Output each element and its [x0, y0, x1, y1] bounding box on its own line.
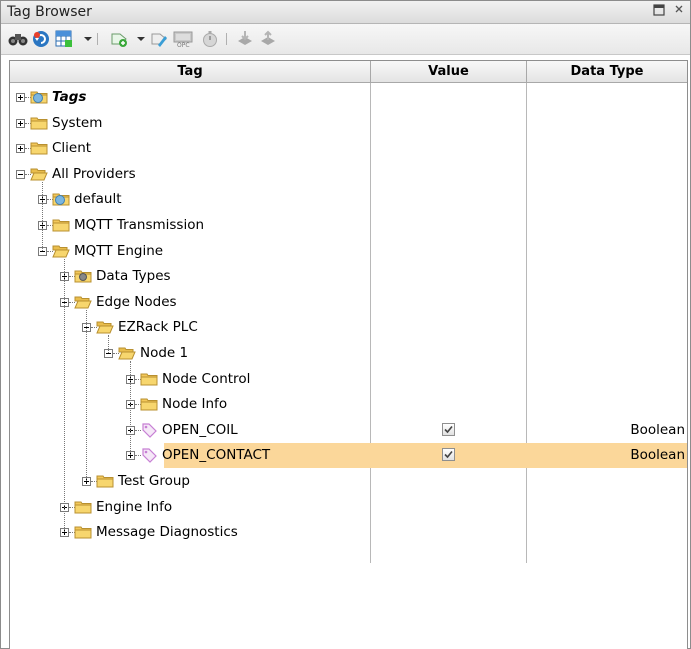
tree-row[interactable]: All Providers	[10, 162, 687, 187]
edit-tag-icon[interactable]	[150, 30, 168, 48]
folder-open-icon	[118, 345, 136, 361]
tag-provider-icon	[30, 89, 48, 105]
folder-icon	[74, 524, 92, 540]
tag-label[interactable]: default	[74, 191, 122, 207]
toolbar-separator	[226, 33, 227, 45]
float-window-icon[interactable]	[651, 3, 667, 19]
tag-label[interactable]: MQTT Engine	[74, 243, 163, 259]
folder-open-icon	[52, 243, 70, 259]
tree-guide-line	[86, 309, 87, 481]
grid-icon[interactable]	[55, 30, 73, 48]
binoculars-icon[interactable]	[8, 30, 28, 48]
column-header-tag[interactable]: Tag	[10, 61, 371, 83]
tag-label[interactable]: OPEN_CONTACT	[162, 447, 270, 463]
column-header-data-type[interactable]: Data Type	[527, 61, 687, 83]
svg-text:OPC: OPC	[177, 42, 190, 48]
column-header-value[interactable]: Value	[371, 61, 527, 83]
folder-open-icon	[30, 166, 48, 182]
data-types-icon	[74, 268, 92, 284]
tree-guide-line	[108, 335, 109, 353]
export-icon[interactable]	[259, 30, 277, 48]
tree-row[interactable]: Node Control	[10, 367, 687, 392]
dropdown-arrow-icon[interactable]	[84, 37, 92, 41]
close-icon[interactable]	[671, 3, 687, 19]
tag-label[interactable]: Client	[52, 140, 91, 156]
tag-label[interactable]: Test Group	[118, 473, 190, 489]
tree-row[interactable]: Node 1	[10, 341, 687, 366]
expand-toggle[interactable]	[16, 118, 25, 128]
tag-label[interactable]: Node Control	[162, 371, 250, 387]
tree-row[interactable]: Test Group	[10, 469, 687, 494]
tree-row[interactable]: EZRack PLC	[10, 315, 687, 340]
folder-icon	[30, 140, 48, 156]
tag-provider-icon	[52, 191, 70, 207]
tree-row[interactable]: Client	[10, 136, 687, 161]
tag-label[interactable]: Engine Info	[96, 499, 172, 515]
tag-label[interactable]: OPEN_COIL	[162, 422, 238, 438]
folder-open-icon	[96, 319, 114, 335]
opc-icon[interactable]: OPC	[173, 30, 193, 49]
title-bar: Tag Browser	[1, 1, 690, 24]
tree-row[interactable]: Node Info	[10, 392, 687, 417]
toolbar-separator	[97, 33, 98, 45]
tag-label[interactable]: EZRack PLC	[118, 319, 198, 335]
value-checkbox[interactable]	[442, 448, 455, 462]
tree-row[interactable]: OPEN_CONTACT Boolean	[10, 443, 687, 469]
folder-icon	[74, 499, 92, 515]
folder-icon	[140, 396, 158, 412]
expand-toggle[interactable]	[16, 144, 25, 154]
tree-row[interactable]: Message Diagnostics	[10, 520, 687, 545]
tree-row[interactable]: default	[10, 187, 687, 212]
tag-icon	[140, 422, 158, 438]
tree-row[interactable]: Data Types	[10, 264, 687, 289]
folder-icon	[96, 473, 114, 489]
tag-icon	[140, 447, 158, 464]
tag-label[interactable]: Message Diagnostics	[96, 524, 238, 540]
tag-table: Tag Value Data Type Tags System Client All …	[9, 60, 688, 649]
tag-label[interactable]: MQTT Transmission	[74, 217, 204, 233]
tag-label[interactable]: System	[52, 115, 102, 131]
toolbar: OPC	[1, 24, 690, 55]
data-type-cell: Boolean	[630, 447, 685, 464]
tree-guide-line	[42, 181, 43, 251]
tag-browser-window: Tag Browser OPC Tag Value Data Type Tags…	[0, 0, 691, 649]
dropdown-arrow-icon[interactable]	[137, 37, 145, 41]
folder-icon	[140, 371, 158, 387]
tree-row[interactable]: MQTT Transmission	[10, 213, 687, 238]
tree-row[interactable]: Edge Nodes	[10, 290, 687, 315]
collapse-toggle[interactable]	[16, 169, 25, 179]
folder-icon	[52, 217, 70, 233]
tag-label[interactable]: All Providers	[52, 166, 136, 182]
tree-row[interactable]: Engine Info	[10, 495, 687, 520]
value-checkbox[interactable]	[442, 422, 455, 436]
folder-open-icon	[74, 294, 92, 310]
tag-label[interactable]: Node Info	[162, 396, 227, 412]
tree-row[interactable]: Tags	[10, 85, 687, 110]
tag-label[interactable]: Edge Nodes	[96, 294, 177, 310]
tag-label[interactable]: Tags	[52, 89, 86, 105]
window-title: Tag Browser	[7, 4, 92, 20]
timer-icon[interactable]	[201, 30, 219, 48]
tree-row[interactable]: System	[10, 111, 687, 136]
tree-row[interactable]: MQTT Engine	[10, 239, 687, 264]
refresh-icon[interactable]	[32, 30, 50, 48]
import-icon[interactable]	[236, 30, 254, 48]
expand-toggle[interactable]	[16, 93, 25, 102]
add-tag-icon[interactable]	[110, 30, 128, 48]
tree-guide-line	[64, 258, 65, 533]
tag-label[interactable]: Node 1	[140, 345, 188, 361]
data-type-cell: Boolean	[630, 421, 685, 438]
tree-guide-line	[130, 361, 131, 456]
tree-row[interactable]: OPEN_COIL Boolean	[10, 418, 687, 443]
tag-label[interactable]: Data Types	[96, 268, 171, 284]
folder-icon	[30, 115, 48, 131]
